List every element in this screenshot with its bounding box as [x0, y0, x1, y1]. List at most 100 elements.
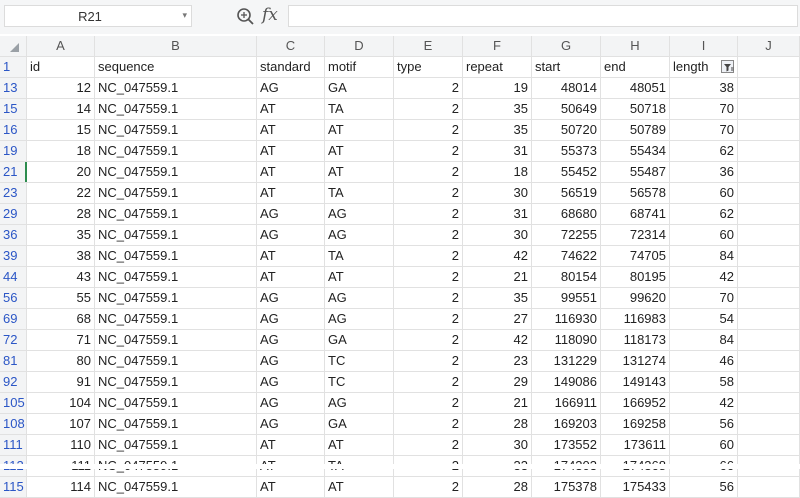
field-header-length[interactable]: length — [670, 57, 738, 77]
cell-length[interactable]: 38 — [670, 78, 738, 98]
cell-sequence[interactable]: NC_047559.1 — [95, 414, 257, 434]
cell-start[interactable]: 175378 — [532, 477, 601, 497]
cell-standard[interactable]: AG — [257, 351, 325, 371]
cell-sequence[interactable]: NC_047559.1 — [95, 225, 257, 245]
empty-cell[interactable] — [738, 120, 800, 140]
cell-motif[interactable]: AG — [325, 288, 394, 308]
cell-motif[interactable]: GA — [325, 330, 394, 350]
cell-start[interactable]: 173552 — [532, 435, 601, 455]
column-header-D[interactable]: D — [325, 36, 394, 56]
cell-end[interactable]: 55487 — [601, 162, 670, 182]
cell-length[interactable]: 70 — [670, 120, 738, 140]
cell-end[interactable]: 169258 — [601, 414, 670, 434]
cell-length[interactable]: 70 — [670, 99, 738, 119]
cell-sequence[interactable]: NC_047559.1 — [95, 267, 257, 287]
cell-standard[interactable]: AT — [257, 183, 325, 203]
cell-start[interactable]: 55452 — [532, 162, 601, 182]
row-number[interactable]: 23 — [0, 183, 27, 203]
cell-repeat[interactable]: 30 — [463, 183, 532, 203]
field-header-id[interactable]: id — [27, 57, 95, 77]
empty-cell[interactable] — [738, 183, 800, 203]
cell-length[interactable]: 84 — [670, 330, 738, 350]
cell-length[interactable]: 84 — [670, 246, 738, 266]
field-header-standard[interactable]: standard — [257, 57, 325, 77]
cell-standard[interactable]: AT — [257, 246, 325, 266]
row-number[interactable]: 111 — [0, 435, 27, 455]
cell-standard[interactable]: AT — [257, 120, 325, 140]
cell-id[interactable]: 15 — [27, 120, 95, 140]
cell-type[interactable]: 2 — [394, 78, 463, 98]
cell-repeat[interactable]: 42 — [463, 330, 532, 350]
cell-end[interactable]: 166952 — [601, 393, 670, 413]
cell-motif[interactable]: AT — [325, 162, 394, 182]
cell-end[interactable]: 173611 — [601, 435, 670, 455]
zoom-formula-icon[interactable] — [236, 7, 256, 27]
cell-sequence[interactable]: NC_047559.1 — [95, 372, 257, 392]
select-all-icon[interactable] — [10, 43, 19, 52]
row-number[interactable]: 56 — [0, 288, 27, 308]
cell-length[interactable]: 56 — [670, 477, 738, 497]
cell-type[interactable]: 2 — [394, 288, 463, 308]
cell-type[interactable]: 2 — [394, 330, 463, 350]
row-number[interactable]: 69 — [0, 309, 27, 329]
cell-length[interactable]: 54 — [670, 309, 738, 329]
column-header-F[interactable]: F — [463, 36, 532, 56]
cell-sequence[interactable]: NC_047559.1 — [95, 477, 257, 497]
cell-start[interactable]: 131229 — [532, 351, 601, 371]
row-number[interactable]: 72 — [0, 330, 27, 350]
column-header-C[interactable]: C — [257, 36, 325, 56]
row-number[interactable]: 92 — [0, 372, 27, 392]
row-number[interactable]: 108 — [0, 414, 27, 434]
row-number[interactable]: 21 — [0, 162, 27, 182]
cell-start[interactable]: 48014 — [532, 78, 601, 98]
cell-repeat[interactable]: 28 — [463, 414, 532, 434]
cell-length[interactable]: 42 — [670, 393, 738, 413]
cell-standard[interactable]: AT — [257, 141, 325, 161]
cell-end[interactable]: 48051 — [601, 78, 670, 98]
cell-end[interactable]: 68741 — [601, 204, 670, 224]
cell-end[interactable]: 116983 — [601, 309, 670, 329]
cell-length[interactable]: 58 — [670, 372, 738, 392]
cell-start[interactable]: 55373 — [532, 141, 601, 161]
empty-cell[interactable] — [738, 162, 800, 182]
cell-sequence[interactable]: NC_047559.1 — [95, 99, 257, 119]
empty-cell[interactable] — [738, 57, 800, 77]
column-header-G[interactable]: G — [532, 36, 601, 56]
cell-type[interactable]: 2 — [394, 372, 463, 392]
empty-cell[interactable] — [738, 393, 800, 413]
row-number[interactable]: 16 — [0, 120, 27, 140]
cell-motif[interactable]: AG — [325, 393, 394, 413]
cell-motif[interactable]: AT — [325, 477, 394, 497]
column-header-H[interactable]: H — [601, 36, 670, 56]
cell-end[interactable]: 80195 — [601, 267, 670, 287]
empty-cell[interactable] — [738, 414, 800, 434]
cell-standard[interactable]: AT — [257, 267, 325, 287]
field-header-end[interactable]: end — [601, 57, 670, 77]
cell-id[interactable]: 104 — [27, 393, 95, 413]
column-header-E[interactable]: E — [394, 36, 463, 56]
cell-standard[interactable]: AG — [257, 393, 325, 413]
cell-motif[interactable]: AT — [325, 120, 394, 140]
empty-cell[interactable] — [738, 351, 800, 371]
cell-standard[interactable]: AG — [257, 204, 325, 224]
cell-sequence[interactable]: NC_047559.1 — [95, 141, 257, 161]
cell-id[interactable]: 38 — [27, 246, 95, 266]
cell-repeat[interactable]: 31 — [463, 141, 532, 161]
row-number[interactable]: 1 — [0, 57, 27, 77]
cell-type[interactable]: 2 — [394, 204, 463, 224]
cell-type[interactable]: 2 — [394, 414, 463, 434]
cell-start[interactable]: 149086 — [532, 372, 601, 392]
cell-type[interactable]: 2 — [394, 393, 463, 413]
cell-standard[interactable]: AG — [257, 372, 325, 392]
cell-repeat[interactable]: 35 — [463, 99, 532, 119]
field-header-sequence[interactable]: sequence — [95, 57, 257, 77]
cell-repeat[interactable]: 18 — [463, 162, 532, 182]
name-box[interactable]: R21 ▾ — [4, 5, 192, 27]
cell-length[interactable]: 70 — [670, 288, 738, 308]
cell-end[interactable]: 50718 — [601, 99, 670, 119]
cell-sequence[interactable]: NC_047559.1 — [95, 78, 257, 98]
cell-repeat[interactable]: 42 — [463, 246, 532, 266]
field-header-type[interactable]: type — [394, 57, 463, 77]
column-header-B[interactable]: B — [95, 36, 257, 56]
cell-length[interactable]: 62 — [670, 204, 738, 224]
